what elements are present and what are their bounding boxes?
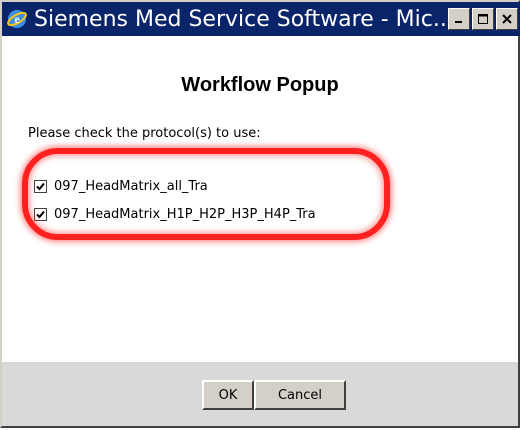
svg-text:e: e bbox=[14, 12, 20, 26]
protocol-checkbox[interactable] bbox=[34, 207, 47, 221]
title-bar[interactable]: e Siemens Med Service Software - Mic... bbox=[2, 2, 520, 36]
protocol-label: 097_HeadMatrix_all_Tra bbox=[54, 178, 208, 194]
checkmark-icon bbox=[36, 182, 45, 190]
ie-icon: e bbox=[7, 10, 27, 28]
dialog-window: e Siemens Med Service Software - Mic... … bbox=[0, 0, 520, 428]
checkmark-icon bbox=[36, 210, 45, 218]
protocol-label: 097_HeadMatrix_H1P_H2P_H3P_H4P_Tra bbox=[54, 206, 316, 222]
maximize-icon bbox=[478, 14, 488, 24]
window-title: Siemens Med Service Software - Mic... bbox=[34, 6, 448, 32]
cancel-button[interactable]: Cancel bbox=[254, 380, 346, 410]
maximize-button[interactable] bbox=[472, 8, 494, 30]
minimize-icon bbox=[455, 21, 462, 23]
protocol-prompt: Please check the protocol(s) to use: bbox=[28, 126, 261, 141]
protocol-checkbox[interactable] bbox=[34, 179, 47, 193]
window-controls bbox=[448, 8, 518, 30]
dialog-buttons: OK Cancel bbox=[202, 380, 346, 410]
minimize-button[interactable] bbox=[448, 8, 470, 30]
protocol-option[interactable]: 097_HeadMatrix_H1P_H2P_H3P_H4P_Tra bbox=[34, 200, 316, 228]
popup-title: Workflow Popup bbox=[181, 74, 339, 96]
ok-button[interactable]: OK bbox=[202, 380, 254, 410]
close-icon bbox=[502, 14, 512, 24]
popup-content: Workflow Popup Please check the protocol… bbox=[2, 36, 518, 362]
protocol-list: 097_HeadMatrix_all_Tra 097_HeadMatrix_H1… bbox=[34, 172, 316, 228]
close-button[interactable] bbox=[496, 8, 518, 30]
button-bar: OK Cancel bbox=[2, 362, 518, 426]
protocol-option[interactable]: 097_HeadMatrix_all_Tra bbox=[34, 172, 316, 200]
